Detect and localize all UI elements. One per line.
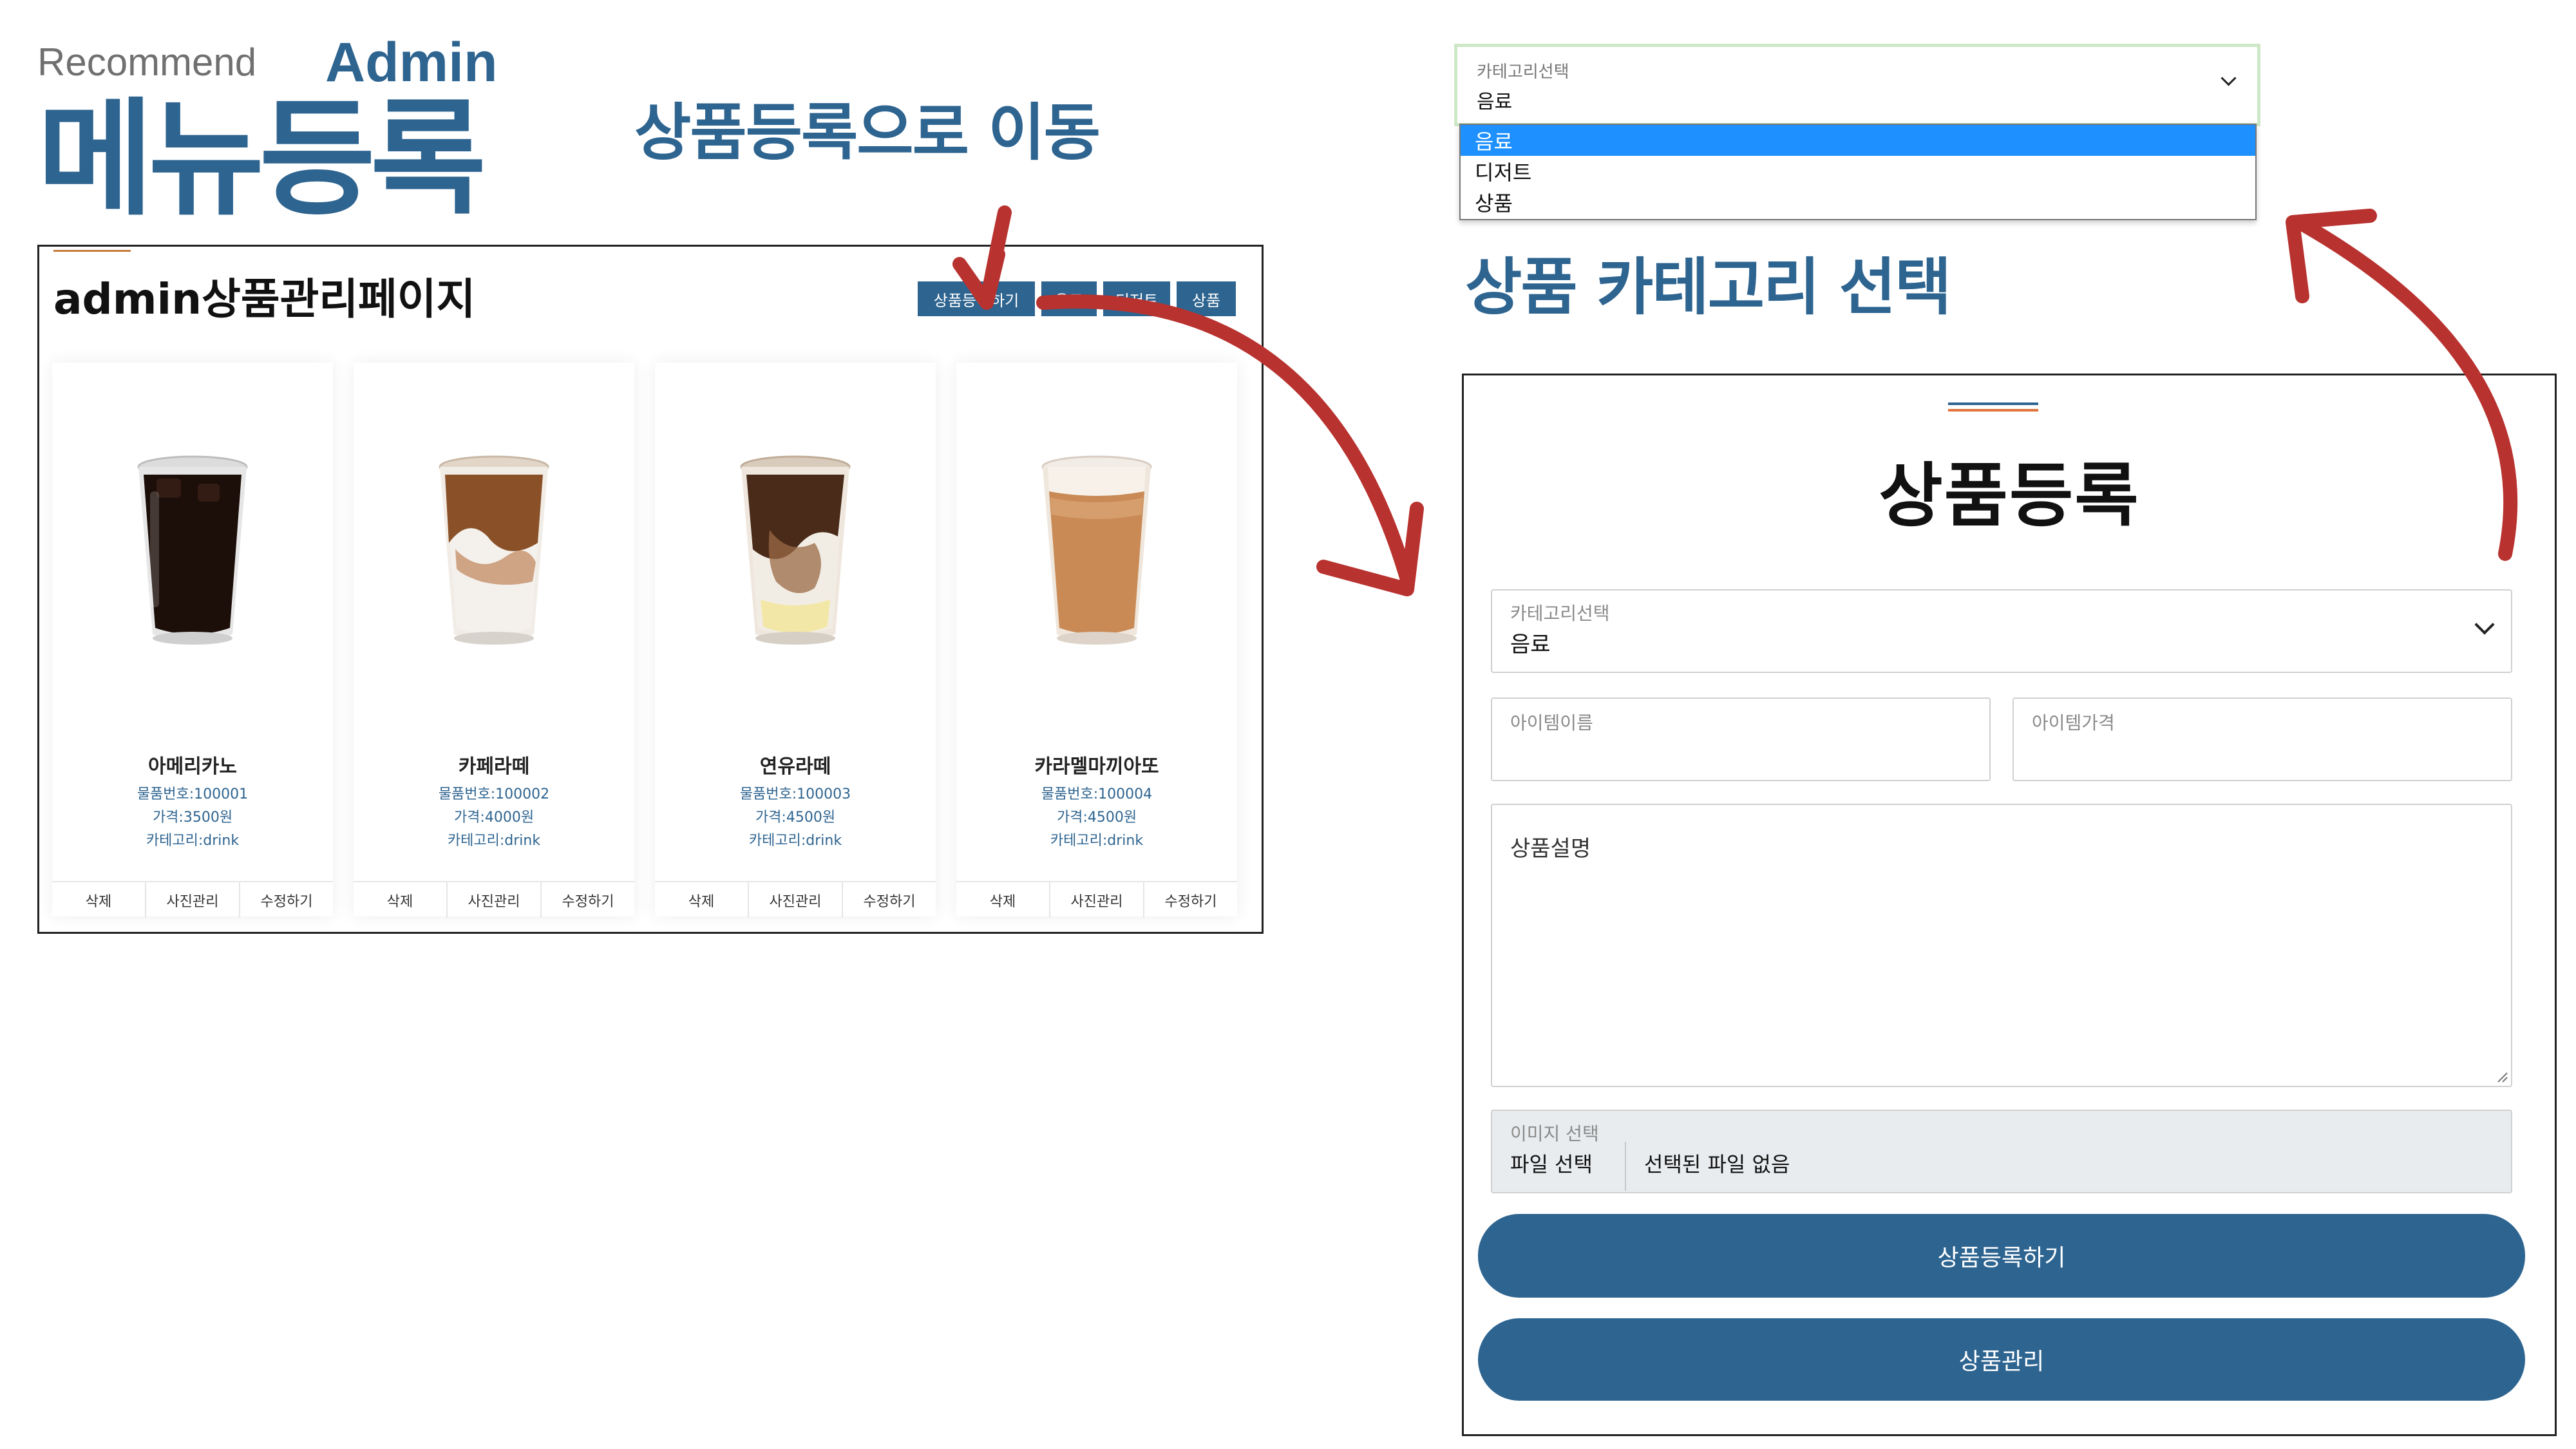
product-name: 카라멜마끼아또 <box>1034 755 1159 778</box>
product-category: 카테고리:drink <box>1050 833 1144 849</box>
delete-button[interactable]: 삭제 <box>354 882 446 918</box>
product-name: 아메리카노 <box>148 755 237 778</box>
choose-file-button[interactable]: 파일 선택 <box>1510 1148 1593 1178</box>
delete-button[interactable]: 삭제 <box>956 882 1049 918</box>
chevron-down-icon <box>2221 70 2237 86</box>
iced-latte-image <box>439 455 549 645</box>
nav-dessert-button[interactable]: 디저트 <box>1103 281 1170 316</box>
product-category: 카테고리:drink <box>146 833 240 849</box>
caption-category-select: 상품 카테고리 선택 <box>1465 251 1951 323</box>
item-name-placeholder: 아이템이름 <box>1510 712 1593 734</box>
photo-manage-button[interactable]: 사진관리 <box>748 882 842 918</box>
slide-title: 메뉴등록 <box>37 86 486 233</box>
iced-americano-image <box>137 455 248 645</box>
product-price: 가격:3500원 <box>152 810 233 826</box>
category-select[interactable]: 카테고리선택 음료 <box>1491 589 2512 673</box>
product-name: 연유라떼 <box>759 755 831 778</box>
product-number: 물품번호:100004 <box>1041 786 1153 802</box>
product-actions: 삭제 사진관리 수정하기 <box>956 881 1237 918</box>
photo-manage-button[interactable]: 사진관리 <box>1049 882 1143 918</box>
curved-arrow <box>2286 209 2377 303</box>
delete-button[interactable]: 삭제 <box>52 882 145 918</box>
product-category: 카테고리:drink <box>748 833 842 849</box>
edit-button[interactable]: 수정하기 <box>540 882 634 918</box>
category-select-open[interactable]: 카테고리선택 음료 <box>1454 44 2260 126</box>
manage-products-button[interactable]: 상품관리 <box>1478 1318 2525 1401</box>
category-select-value: 음료 <box>1477 91 1513 113</box>
chevron-down-icon <box>2474 614 2495 635</box>
caption-move-to-register: 상품등록으로 이동 <box>634 97 1101 169</box>
product-card: 카라멜마끼아또 물품번호:100004 가격:4500원 카테고리:drink … <box>956 363 1237 918</box>
product-register-screenshot: 상품등록 카테고리선택 음료 아이템이름 아이템가격 상품설명 이미지 선택 파… <box>1462 374 2557 1436</box>
product-price: 가격:4500원 <box>755 810 836 826</box>
product-card: 카페라떼 물품번호:100002 가격:4000원 카테고리:drink 삭제 … <box>354 363 634 918</box>
admin-page-heading: admin상품관리페이지 <box>53 274 476 324</box>
resize-handle-icon[interactable] <box>2494 1069 2508 1083</box>
title-deco-line-blue <box>1948 402 2038 405</box>
admin-page-screenshot: admin상품관리페이지 상품등록하기 음료 디저트 상품 아메리카노 물품번호… <box>37 245 1264 934</box>
edit-button[interactable]: 수정하기 <box>1143 882 1237 918</box>
delete-button[interactable]: 삭제 <box>655 882 748 918</box>
nav-goods-button[interactable]: 상품 <box>1177 281 1236 316</box>
product-actions: 삭제 사진관리 수정하기 <box>655 881 936 918</box>
caramel-macchiato-image <box>1041 455 1152 645</box>
product-number: 물품번호:100003 <box>739 786 851 802</box>
photo-manage-button[interactable]: 사진관리 <box>145 882 239 918</box>
edit-button[interactable]: 수정하기 <box>239 882 333 918</box>
category-option-goods[interactable]: 상품 <box>1461 187 2255 218</box>
photo-manage-button[interactable]: 사진관리 <box>446 882 540 918</box>
image-file-input[interactable]: 이미지 선택 파일 선택 선택된 파일 없음 <box>1491 1110 2512 1193</box>
image-select-label: 이미지 선택 <box>1510 1123 1599 1144</box>
description-textarea[interactable]: 상품설명 <box>1491 804 2512 1087</box>
product-actions: 삭제 사진관리 수정하기 <box>354 881 634 918</box>
recommend-label: Recommend <box>37 41 257 84</box>
admin-label: Admin <box>325 32 498 93</box>
form-title: 상품등록 <box>1879 456 2140 536</box>
category-select-value: 음료 <box>1510 632 1551 658</box>
heading-accent-line <box>53 250 131 252</box>
product-number: 물품번호:100001 <box>137 786 249 802</box>
product-actions: 삭제 사진관리 수정하기 <box>52 881 333 918</box>
curved-arrow <box>1316 502 1424 596</box>
description-placeholder: 상품설명 <box>1510 836 1591 862</box>
register-product-button[interactable]: 상품등록하기 <box>1478 1214 2525 1298</box>
file-status-text: 선택된 파일 없음 <box>1644 1152 1790 1177</box>
product-category: 카테고리:drink <box>447 833 541 849</box>
category-option-dessert[interactable]: 디저트 <box>1461 156 2255 187</box>
item-price-placeholder: 아이템가격 <box>2032 712 2115 734</box>
product-price: 가격:4500원 <box>1056 810 1137 826</box>
condensed-milk-latte-image <box>740 455 851 645</box>
edit-button[interactable]: 수정하기 <box>842 882 936 918</box>
category-select-label: 카테고리선택 <box>1510 603 1610 624</box>
product-number: 물품번호:100002 <box>438 786 550 802</box>
title-deco-line-orange <box>1948 409 2038 412</box>
file-divider <box>1625 1142 1626 1191</box>
product-card: 연유라떼 물품번호:100003 가격:4500원 카테고리:drink 삭제 … <box>655 363 936 918</box>
product-name: 카페라떼 <box>458 755 530 778</box>
item-name-input[interactable]: 아이템이름 <box>1491 697 1991 781</box>
category-options-list: 음료 디저트 상품 <box>1459 124 2257 220</box>
nav-register-button[interactable]: 상품등록하기 <box>918 281 1035 316</box>
category-select-label: 카테고리선택 <box>1477 62 1569 82</box>
product-card: 아메리카노 물품번호:100001 가격:3500원 카테고리:drink 삭제… <box>52 363 333 918</box>
item-price-input[interactable]: 아이템가격 <box>2012 697 2512 781</box>
category-option-drink[interactable]: 음료 <box>1461 125 2255 156</box>
product-price: 가격:4000원 <box>453 810 535 826</box>
nav-drink-button[interactable]: 음료 <box>1041 281 1097 316</box>
